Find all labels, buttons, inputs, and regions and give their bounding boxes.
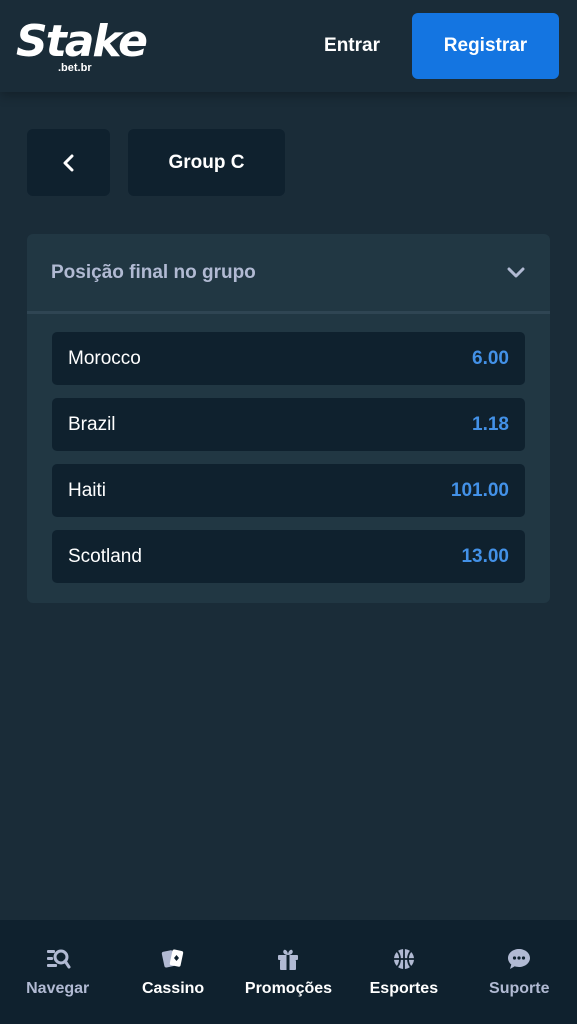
- outcome-odds: 101.00: [450, 479, 509, 501]
- nav-label: Cassino: [141, 980, 205, 997]
- chevron-left-icon: [63, 154, 73, 171]
- market-title: Posição final no grupo: [51, 261, 256, 283]
- outcome-name: Morocco: [68, 347, 141, 369]
- outcome-name: Scotland: [68, 545, 142, 567]
- nav-item-casino[interactable]: Cassino: [118, 946, 228, 998]
- outcome-odds: 1.18: [472, 413, 509, 435]
- outcome-button[interactable]: Brazil 1.18: [52, 398, 525, 451]
- back-button[interactable]: [27, 129, 110, 196]
- outcome-name: Haiti: [68, 479, 107, 501]
- breadcrumb-group[interactable]: Group C: [128, 129, 285, 196]
- chevron-down-icon: [507, 267, 525, 277]
- playing-cards-icon: [161, 949, 184, 968]
- nav-label: Suporte: [489, 980, 550, 997]
- market-card: Posição final no grupo Morocco 6.00 Braz…: [27, 234, 550, 603]
- outcome-odds: 13.00: [461, 545, 509, 567]
- outcome-name: Brazil: [68, 413, 116, 435]
- outcome-button[interactable]: Scotland 13.00: [52, 530, 525, 583]
- stake-logo[interactable]: Stake .bet.br: [16, 16, 148, 76]
- divider: [27, 311, 550, 314]
- nav-item-support[interactable]: Suporte: [464, 946, 574, 998]
- basketball-icon: [393, 949, 414, 969]
- logo-domain: .bet.br: [58, 62, 92, 74]
- nav-item-promotions[interactable]: Promoções: [233, 946, 343, 998]
- top-bar: Stake .bet.br Entrar Registrar: [0, 0, 577, 92]
- nav-label: Navegar: [26, 980, 90, 997]
- login-button[interactable]: Entrar: [310, 14, 394, 78]
- outcome-button[interactable]: Haiti 101.00: [52, 464, 525, 517]
- outcome-button[interactable]: Morocco 6.00: [52, 332, 525, 385]
- nav-item-browse[interactable]: Navegar: [3, 946, 113, 998]
- market-header[interactable]: Posição final no grupo: [27, 234, 550, 311]
- nav-label: Esportes: [369, 980, 439, 997]
- outcome-odds: 6.00: [472, 347, 509, 369]
- bottom-nav: Navegar Cassino Promoções Esportes Supor…: [0, 920, 577, 1024]
- logo-wordmark: Stake: [16, 16, 148, 67]
- gift-icon: [278, 949, 299, 970]
- register-button[interactable]: Registrar: [412, 13, 559, 79]
- chat-bubble-icon: [508, 949, 531, 969]
- browse-search-icon: [46, 949, 71, 969]
- nav-item-sports[interactable]: Esportes: [349, 946, 459, 998]
- nav-label: Promoções: [244, 980, 333, 997]
